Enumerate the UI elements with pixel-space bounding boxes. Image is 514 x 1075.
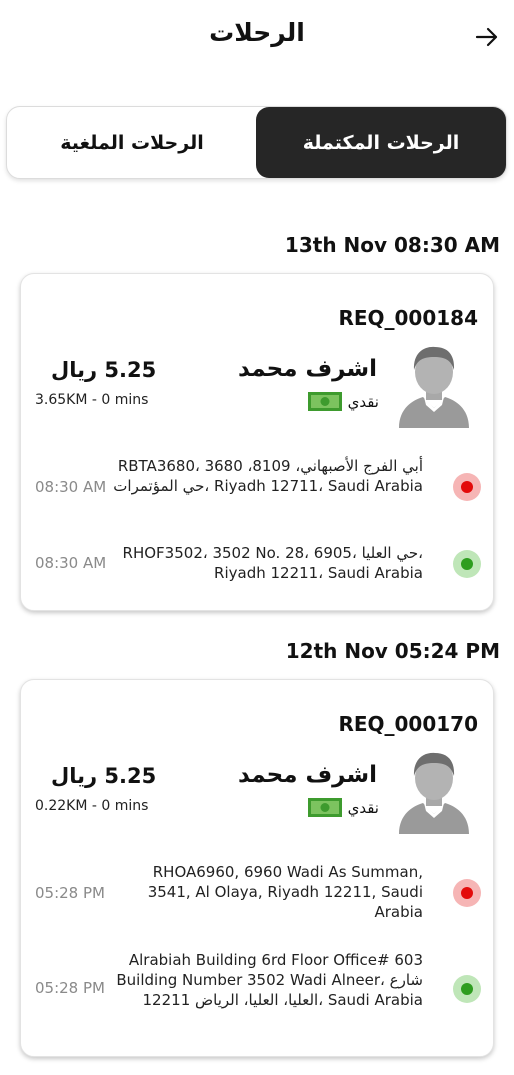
pickup-address: RBTA3680، 3680 أبي الفرج الأصبهاني، 8109… <box>113 457 423 495</box>
request-id: REQ_000184 <box>338 306 478 330</box>
app-header: الرحلات <box>0 0 514 72</box>
pickup-marker-icon <box>453 473 481 501</box>
payment-label: نقدي <box>347 392 379 411</box>
driver-avatar-icon <box>399 752 469 834</box>
pickup-marker-icon <box>453 879 481 907</box>
dropoff-address: RHOF3502، 3502 No. 28، 6905، حي العليا، … <box>122 544 423 582</box>
trip-fare: 5.25 ريال <box>51 764 157 788</box>
page-title: الرحلات <box>209 18 305 47</box>
payment-method: نقدي <box>307 798 379 817</box>
tab-completed-trips[interactable]: الرحلات المكتملة <box>256 107 506 178</box>
trip-date: 12th Nov 05:24 PM <box>285 639 500 663</box>
back-button[interactable] <box>470 20 504 54</box>
pickup-address: RHOA6960, 6960 Wadi As Summan, 3541, Al … <box>147 863 423 921</box>
dropoff-address: Alrabiah Building 6rd Floor Office# 603 … <box>116 951 423 1009</box>
trip-card[interactable]: REQ_000170 اشرف محمد نقدي 5.25 ريال 0.22… <box>20 679 494 1057</box>
driver-name: اشرف محمد <box>237 762 377 788</box>
dropoff-marker-icon <box>453 550 481 578</box>
trip-date: 13th Nov 08:30 AM <box>284 233 500 257</box>
driver-name: اشرف محمد <box>237 356 377 382</box>
trip-distance: 0.22KM - 0 mins <box>35 798 149 814</box>
payment-method: نقدي <box>307 392 379 411</box>
trip-fare: 5.25 ريال <box>51 358 157 382</box>
tab-cancelled-trips[interactable]: الرحلات الملغية <box>7 107 257 178</box>
trip-card[interactable]: REQ_000184 اشرف محمد نقدي 5.25 ريال 3.65… <box>20 273 494 611</box>
dropoff-time: 08:30 AM <box>35 554 107 572</box>
payment-label: نقدي <box>347 798 379 817</box>
driver-avatar-icon <box>399 346 469 428</box>
pickup-time: 05:28 PM <box>35 884 105 902</box>
cash-icon <box>307 392 342 411</box>
pickup-time: 08:30 AM <box>35 478 107 496</box>
arrow-right-icon <box>475 27 498 47</box>
trip-tabs: الرحلات المكتملة الرحلات الملغية <box>6 106 507 179</box>
dropoff-marker-icon <box>453 975 481 1003</box>
request-id: REQ_000170 <box>338 712 478 736</box>
dropoff-time: 05:28 PM <box>35 979 105 997</box>
cash-icon <box>307 798 342 817</box>
trip-distance: 3.65KM - 0 mins <box>35 392 149 408</box>
